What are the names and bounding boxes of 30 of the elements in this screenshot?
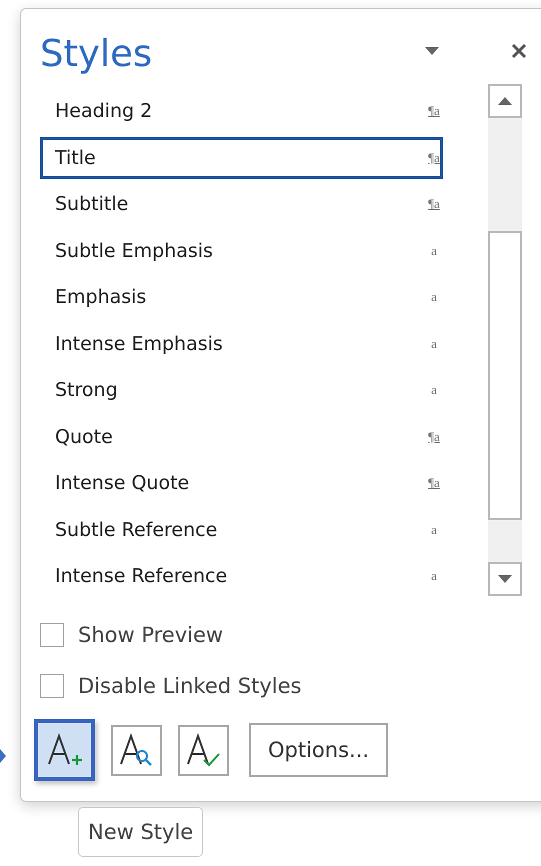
up-triangle-icon <box>498 97 512 105</box>
style-item[interactable]: Emphasis a <box>40 276 443 318</box>
checkbox[interactable] <box>40 622 64 646</box>
style-item[interactable]: Subtitle ¶a <box>40 183 443 226</box>
style-item[interactable]: Strong a <box>40 369 443 412</box>
tooltip: New Style <box>78 807 204 857</box>
manage-styles-button[interactable] <box>178 724 229 776</box>
style-item[interactable]: Intense Emphasis a <box>40 322 443 365</box>
style-item[interactable]: Subtle Reference a <box>40 508 443 551</box>
scrollbar[interactable] <box>488 84 522 596</box>
down-triangle-icon <box>498 575 512 583</box>
style-item[interactable]: Title ¶a <box>40 136 443 179</box>
style-inspector-button[interactable] <box>111 724 162 776</box>
style-item[interactable]: Heading 2 ¶a <box>40 90 443 132</box>
pane-title: Styles <box>40 30 154 74</box>
scroll-thumb[interactable] <box>488 231 522 520</box>
dropdown-icon[interactable] <box>425 47 439 55</box>
options-button[interactable]: Options... <box>249 723 388 777</box>
scroll-down-button[interactable] <box>488 562 522 596</box>
style-item[interactable]: Intense Reference a <box>40 555 443 598</box>
scroll-up-button[interactable] <box>488 84 522 118</box>
style-item[interactable]: Subtle Emphasis a <box>40 230 443 272</box>
checkbox[interactable] <box>40 674 64 698</box>
checkbox-label: Show Preview <box>78 622 224 646</box>
close-icon[interactable] <box>511 43 527 59</box>
checkbox-label: Disable Linked Styles <box>78 674 302 698</box>
style-item[interactable]: Intense Quote ¶a <box>40 462 443 504</box>
new-style-button[interactable] <box>34 719 95 781</box>
style-item[interactable]: Quote ¶a <box>40 416 443 458</box>
pointer-arrow-icon <box>0 749 6 763</box>
